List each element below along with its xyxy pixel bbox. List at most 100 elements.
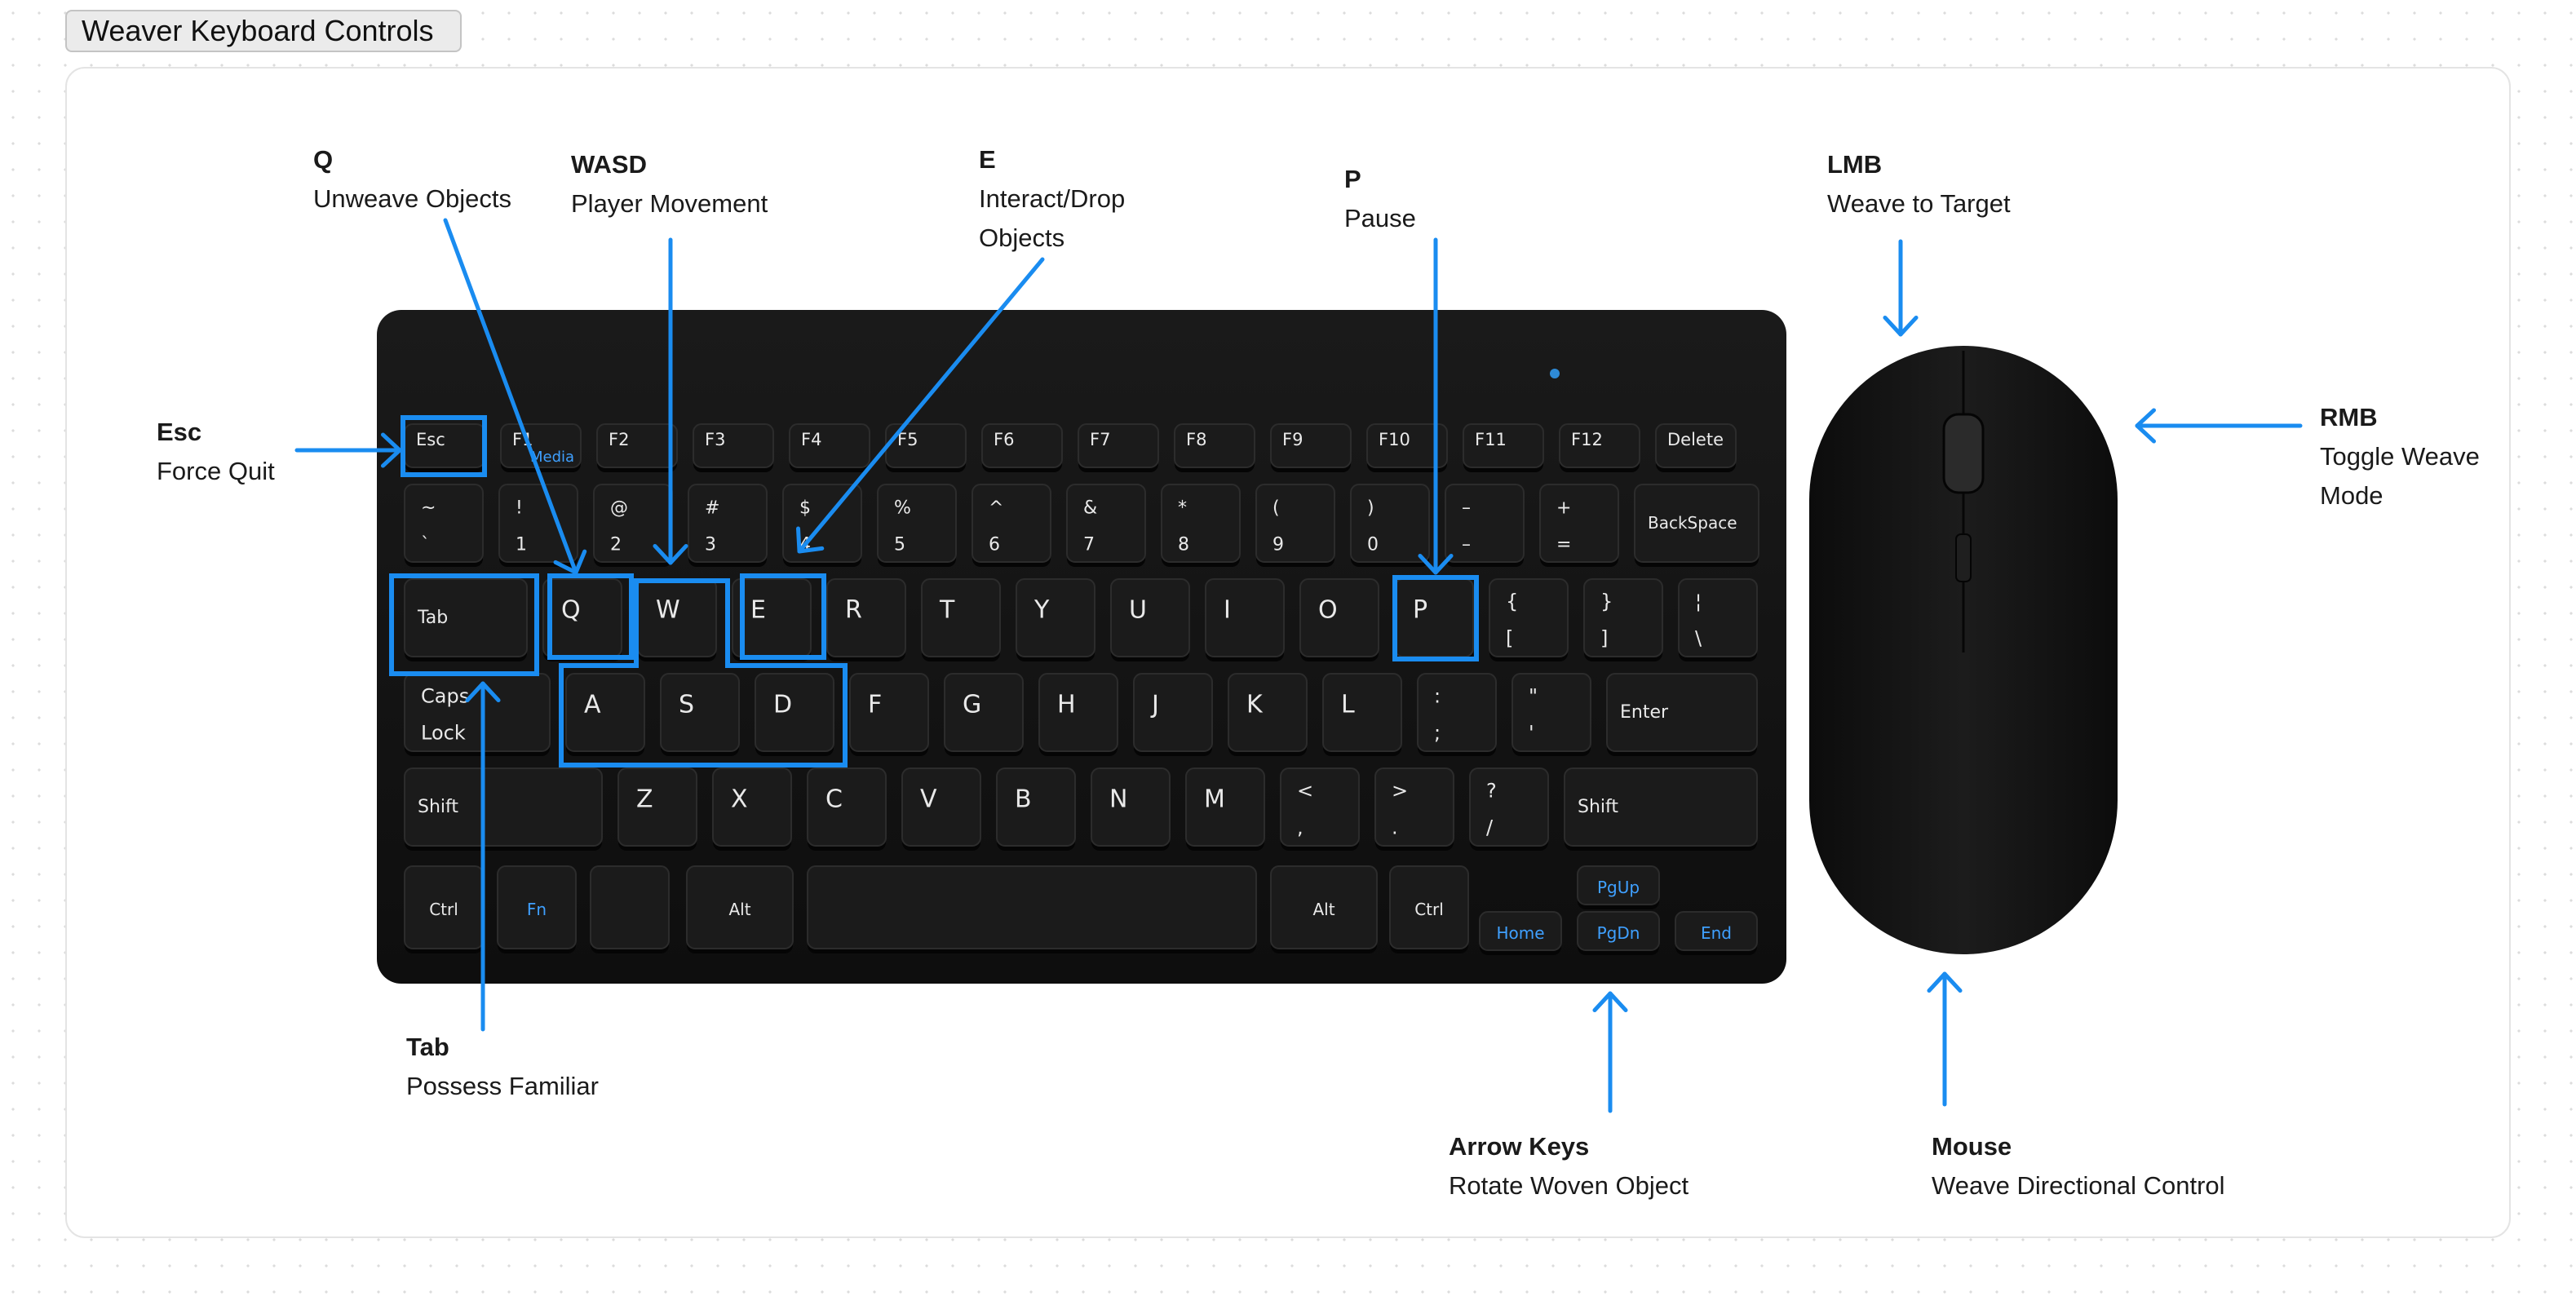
key-sublabel: 8 (1178, 534, 1189, 555)
key-label: Z (636, 785, 653, 814)
key-sublabel: 0 (1367, 534, 1379, 555)
key-f9: F9 (1270, 423, 1352, 472)
key-label: P (1413, 596, 1427, 625)
key-blank-4 (807, 865, 1257, 953)
key-b: B (996, 768, 1076, 851)
key-i: I (1205, 578, 1285, 661)
key-label: F8 (1186, 430, 1206, 449)
callout-lmb: LMB Weave to Target (1827, 145, 2011, 223)
key-percent: %5 (877, 484, 957, 567)
key-sublabel: ' (1529, 721, 1534, 744)
key-label: @ (610, 498, 628, 518)
key-label: C (825, 785, 843, 814)
key-label: ! (516, 498, 523, 518)
key-p: P (1394, 578, 1474, 661)
arrow-keys-arrow (1592, 991, 1628, 1113)
key-label: Alt (728, 900, 750, 919)
key-sublabel: ` (421, 534, 430, 555)
callout-mouse: Mouse Weave Directional Control (1932, 1127, 2225, 1205)
key-label: End (1701, 923, 1732, 943)
callout-rmb-desc: Toggle Weave Mode (2320, 442, 2480, 510)
key-alt: Alt (1270, 865, 1378, 953)
key-z: Z (617, 768, 697, 851)
key-label: H (1057, 691, 1076, 719)
key-sublabel: . (1392, 816, 1398, 838)
callout-p-desc: Pause (1344, 204, 1416, 232)
key-label: % (894, 498, 911, 518)
callout-lmb-key: LMB (1827, 150, 1883, 179)
key-r: R (826, 578, 906, 661)
key-pgdn: PgDn (1577, 911, 1660, 955)
key-backspace: BackSpace (1634, 484, 1759, 567)
key-h: H (1038, 673, 1118, 756)
key-colon: :; (1417, 673, 1497, 756)
key-sublabel: \ (1695, 626, 1702, 649)
key-label: } (1600, 590, 1613, 613)
mouse-arrow (1927, 971, 1963, 1107)
key-label: BackSpace (1648, 513, 1737, 533)
key-ctrl: Ctrl (404, 865, 484, 953)
key-k: K (1228, 673, 1308, 756)
key-sublabel: / (1486, 816, 1494, 838)
key-label: Alt (1312, 900, 1334, 919)
callout-tab-key: Tab (406, 1033, 449, 1061)
key-label: R (845, 596, 862, 625)
callout-e-key: E (979, 145, 996, 174)
key-sublabel: ; (1434, 721, 1441, 744)
key-label: W (656, 596, 680, 625)
key-j: J (1133, 673, 1213, 756)
key-sublabel: 5 (894, 534, 905, 555)
key-delete: Delete (1655, 423, 1737, 472)
key-label: M (1204, 785, 1225, 814)
key-sublabel: ] (1600, 626, 1608, 649)
callout-esc: Esc Force Quit (157, 413, 275, 491)
callout-q-key: Q (313, 145, 334, 174)
key-label: K (1246, 691, 1264, 719)
key-sublabel: 3 (705, 534, 716, 555)
key-label: Y (1033, 596, 1050, 625)
key-d: D (755, 673, 834, 756)
callout-esc-key: Esc (157, 418, 202, 446)
key-quote: "' (1512, 673, 1591, 756)
mouse-wheel (1942, 413, 1985, 494)
keyboard-indicator (1550, 369, 1560, 378)
callout-mouse-key: Mouse (1932, 1132, 2012, 1161)
key-label: J (1150, 691, 1159, 719)
key-sublabel: 7 (1083, 534, 1095, 555)
key-label: ) (1367, 498, 1374, 518)
key-label: G (963, 691, 981, 719)
key-enter: Enter (1606, 673, 1758, 756)
key-label: F12 (1571, 430, 1603, 449)
key-gt: >. (1374, 768, 1454, 851)
key-f1: F1Media (500, 423, 582, 472)
key-label: Shift (1578, 797, 1618, 817)
key-esc: Esc (404, 423, 485, 472)
key-label: * (1178, 498, 1187, 518)
callout-arrows-key: Arrow Keys (1449, 1132, 1590, 1161)
callout-e-desc: Interact/Drop Objects (979, 184, 1126, 252)
callout-e: E Interact/Drop Objects (979, 140, 1142, 258)
key-label: Delete (1667, 430, 1724, 449)
key-label: E (750, 596, 766, 625)
key-a: A (565, 673, 645, 756)
key-label: U (1129, 596, 1147, 625)
key-minus: –– (1445, 484, 1525, 567)
key-label: F7 (1090, 430, 1110, 449)
callout-tab-desc: Possess Familiar (406, 1072, 599, 1100)
callout-arrows: Arrow Keys Rotate Woven Object (1449, 1127, 1689, 1205)
key-label: I (1224, 596, 1231, 625)
key-lparen: (9 (1255, 484, 1335, 567)
key-t: T (921, 578, 1001, 661)
key-f: F (849, 673, 929, 756)
key-label: ~ (421, 498, 436, 518)
key-pgup: PgUp (1577, 865, 1660, 909)
key-label: Tab (417, 608, 448, 628)
key-label: ( (1273, 498, 1280, 518)
key-plus: += (1539, 484, 1619, 567)
key-m: M (1185, 768, 1265, 851)
key-label: & (1083, 498, 1097, 518)
key-label: # (705, 498, 719, 518)
key-label: F4 (801, 430, 821, 449)
key-u: U (1110, 578, 1190, 661)
key-label: < (1297, 779, 1313, 802)
